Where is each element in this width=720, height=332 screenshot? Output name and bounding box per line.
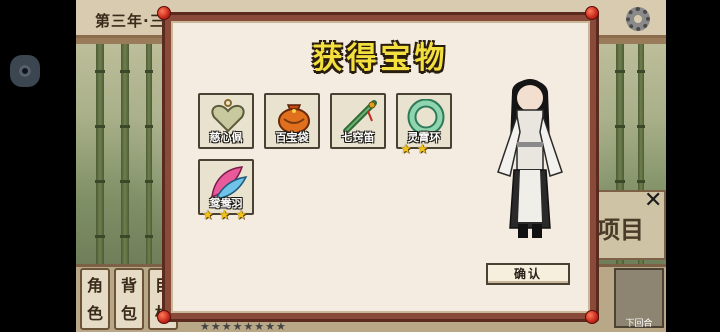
treasure-slot[interactable]: 慈心佩	[198, 93, 254, 149]
treasure-name: 七窍笛	[341, 131, 375, 144]
bamboo-stalk	[95, 30, 105, 272]
treasure-slot[interactable]: 百宝袋	[264, 93, 320, 149]
corner-gem	[585, 6, 599, 20]
treasure-name: 慈心佩	[209, 131, 243, 144]
camera-icon	[10, 55, 40, 87]
corner-gem	[157, 310, 171, 324]
confirm-button[interactable]: 确认	[486, 263, 570, 285]
treasure-slot[interactable]: 灵霄环 ★★	[396, 93, 452, 157]
corner-gem	[157, 6, 171, 20]
bamboo-stalk	[120, 30, 130, 272]
side-project-label: 项目	[596, 216, 644, 244]
treasure-slot[interactable]: 鸳鸯羽 ★★★	[198, 159, 254, 223]
treasure-slot[interactable]: 七窍笛	[330, 93, 386, 149]
close-icon[interactable]: ✕	[644, 188, 662, 213]
menu-button-character[interactable]: 角 色	[80, 268, 110, 330]
year-label: 第三年·三	[95, 12, 166, 30]
treasure-name: 百宝袋	[275, 131, 309, 144]
bamboo-stalk	[145, 30, 153, 272]
rarity-stars: ★★	[400, 142, 434, 157]
corner-gem	[585, 310, 599, 324]
rarity-stars: ★★★	[202, 208, 252, 223]
next-turn-label: 下回合	[625, 319, 653, 329]
gear-icon[interactable]	[626, 7, 650, 31]
menu-button-bag[interactable]: 背 包	[114, 268, 144, 330]
character-sprite	[490, 72, 570, 248]
dialog-title: 获得宝物	[312, 41, 449, 76]
